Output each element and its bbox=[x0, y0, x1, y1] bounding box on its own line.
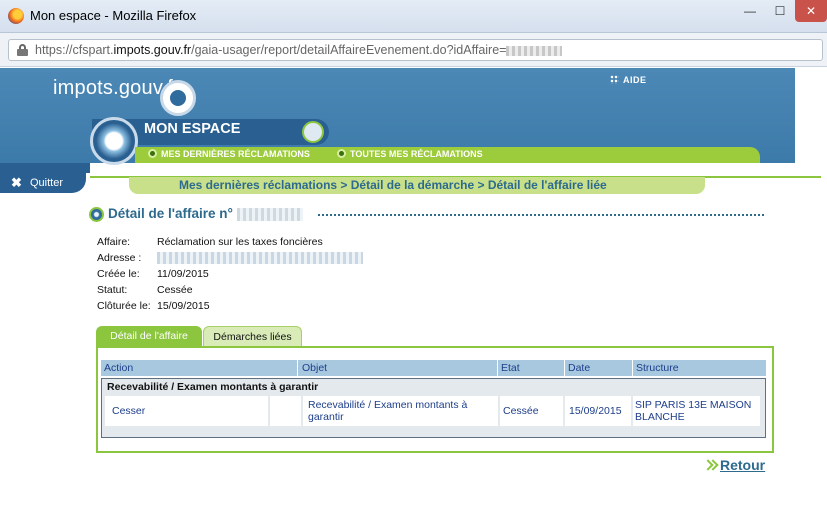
tab-detail-affaire[interactable]: Détail de l'affaire bbox=[96, 326, 202, 346]
url-text[interactable]: https://cfspart.impots.gouv.fr/gaia-usag… bbox=[35, 43, 563, 57]
cell-objet-line2: garantir bbox=[308, 411, 344, 423]
cell-separator bbox=[498, 396, 500, 426]
table-header: Action Objet Etat Date Structure bbox=[101, 360, 766, 376]
detail-label-statut: Statut: bbox=[97, 284, 128, 296]
cell-date: 15/09/2015 bbox=[569, 405, 622, 417]
close-button[interactable]: ✕ bbox=[795, 0, 827, 22]
close-x-icon[interactable]: ✖ bbox=[11, 176, 22, 189]
cell-structure: SIP PARIS 13E MAISON BLANCHE bbox=[635, 396, 757, 426]
breadcrumb: Mes dernières réclamations > Détail de l… bbox=[179, 178, 607, 192]
help-label: AIDE bbox=[623, 75, 647, 85]
quitter-strip bbox=[0, 163, 90, 173]
group-label: Recevabilité / Examen montants à garanti… bbox=[107, 381, 319, 393]
cell-etat: Cessée bbox=[503, 405, 539, 417]
detail-label-creee: Créée le: bbox=[97, 268, 140, 280]
column-header-structure: Structure bbox=[636, 362, 679, 374]
cell-separator bbox=[301, 396, 303, 426]
firefox-icon bbox=[8, 8, 24, 24]
header-separator bbox=[297, 360, 298, 376]
page-content: impots.gouv.fr AIDE MON ESPACE MES DERNI… bbox=[0, 68, 827, 522]
cell-structure-line1: SIP PARIS 13E MAISON bbox=[635, 399, 752, 411]
nav-label: TOUTES MES RÉCLAMATIONS bbox=[350, 149, 483, 159]
bullet-icon bbox=[337, 149, 346, 158]
maximize-button[interactable]: ☐ bbox=[765, 0, 795, 22]
header-separator bbox=[632, 360, 633, 376]
espace-title: MON ESPACE bbox=[144, 121, 241, 137]
url-prefix: https://cfspart. bbox=[35, 43, 114, 57]
detail-label-adresse: Adresse : bbox=[97, 252, 142, 264]
cell-separator bbox=[631, 396, 633, 426]
redacted-id bbox=[506, 45, 563, 56]
cell-separator bbox=[268, 396, 270, 426]
navigation-toolbar: https://cfspart.impots.gouv.fr/gaia-usag… bbox=[0, 33, 827, 67]
grid-icon bbox=[610, 75, 619, 84]
detail-value-affaire: Réclamation sur les taxes foncières bbox=[157, 236, 323, 248]
column-header-objet: Objet bbox=[302, 362, 328, 374]
window-title: Mon espace - Mozilla Firefox bbox=[30, 8, 197, 23]
page-title: Détail de l'affaire n° bbox=[108, 206, 303, 221]
detail-value-statut: Cessée bbox=[157, 284, 193, 296]
minimize-button[interactable]: — bbox=[735, 0, 765, 22]
quitter-label[interactable]: Quitter bbox=[30, 177, 63, 189]
cell-objet-line1: Recevabilité / Examen montants à bbox=[308, 399, 468, 411]
page-title-text: Détail de l'affaire n° bbox=[108, 206, 233, 221]
tab-demarches-liees[interactable]: Démarches liées bbox=[203, 326, 302, 346]
cell-structure-line2: BLANCHE bbox=[635, 411, 685, 423]
column-header-date: Date bbox=[568, 362, 591, 374]
brand-logo-icon[interactable] bbox=[160, 80, 196, 116]
nav-mes-dernieres-reclamations[interactable]: MES DERNIÈRES RÉCLAMATIONS bbox=[148, 149, 310, 159]
cell-separator bbox=[563, 396, 565, 426]
double-chevron-right-icon[interactable] bbox=[704, 459, 716, 471]
table-group: Recevabilité / Examen montants à garanti… bbox=[101, 378, 766, 438]
globe-icon bbox=[89, 207, 104, 222]
header-separator bbox=[564, 360, 565, 376]
nav-toutes-mes-reclamations[interactable]: TOUTES MES RÉCLAMATIONS bbox=[337, 149, 483, 159]
redacted-address bbox=[157, 252, 363, 265]
detail-label-cloturee: Clôturée le: bbox=[97, 300, 151, 312]
espace-orb-icon bbox=[90, 117, 138, 165]
cell-action[interactable]: Cesser bbox=[112, 396, 267, 426]
browser-titlebar: Mon espace - Mozilla Firefox — ☐ ✕ bbox=[0, 0, 827, 33]
lock-icon[interactable] bbox=[17, 44, 28, 56]
cell-objet: Recevabilité / Examen montants à garanti… bbox=[308, 396, 498, 426]
detail-value-adresse bbox=[157, 252, 363, 265]
detail-label-affaire: Affaire: bbox=[97, 236, 131, 248]
header-edge bbox=[795, 68, 827, 163]
bullet-icon bbox=[148, 149, 157, 158]
column-header-etat: Etat bbox=[501, 362, 520, 374]
detail-value-creee: 11/09/2015 bbox=[157, 268, 209, 280]
redacted-affaire-number bbox=[236, 207, 303, 221]
nav-label: MES DERNIÈRES RÉCLAMATIONS bbox=[161, 149, 310, 159]
address-bar[interactable]: https://cfspart.impots.gouv.fr/gaia-usag… bbox=[8, 39, 823, 61]
espace-badge-icon bbox=[302, 121, 324, 143]
url-domain: impots.gouv.fr bbox=[113, 43, 192, 57]
column-header-action: Action bbox=[104, 362, 134, 374]
dotted-divider bbox=[318, 214, 764, 216]
table-row: Cesser Recevabilité / Examen montants à … bbox=[105, 396, 760, 426]
retour-link[interactable]: Retour bbox=[720, 457, 765, 473]
tab-panel: Action Objet Etat Date Structure Recevab… bbox=[96, 346, 774, 453]
header-separator bbox=[497, 360, 498, 376]
help-link[interactable]: AIDE bbox=[610, 75, 647, 85]
url-path: /gaia-usager/report/detailAffaireEveneme… bbox=[191, 43, 507, 57]
detail-value-cloturee: 15/09/2015 bbox=[157, 300, 210, 312]
